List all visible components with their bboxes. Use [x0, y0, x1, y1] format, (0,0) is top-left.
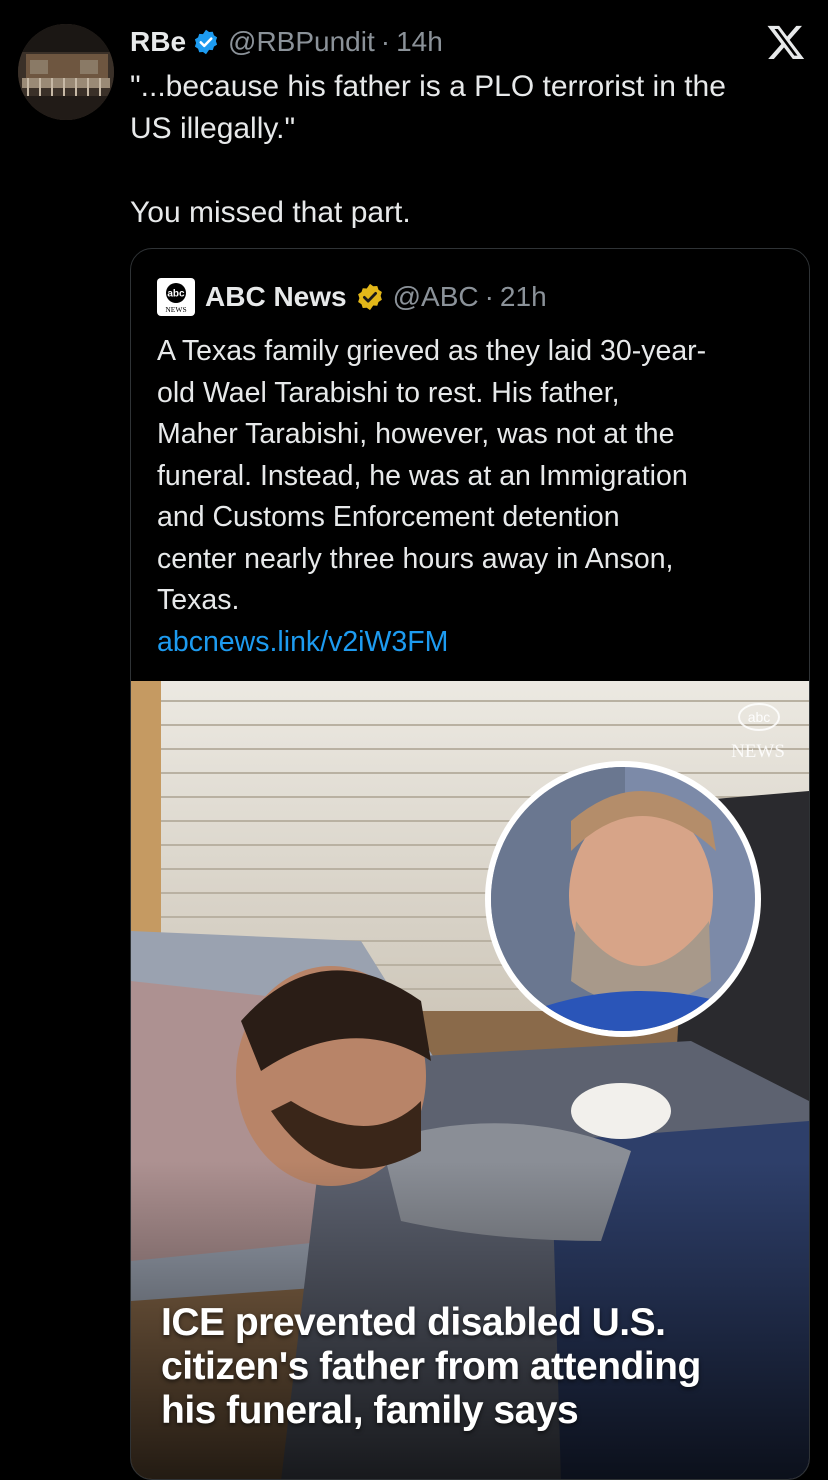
abc-watermark: abc [748, 709, 771, 725]
quoted-text-line: and Customs Enforcement detention [157, 501, 620, 533]
headline-line: ICE prevented disabled U.S. [161, 1301, 666, 1344]
quoted-tweet-card[interactable]: abc NEWS ABC News @ABC · 21h A Texas fam… [130, 248, 810, 1480]
quoted-text-line: center nearly three hours away in Anson, [157, 542, 674, 575]
gold-verified-badge-icon [357, 283, 382, 311]
avatar-image [18, 24, 114, 120]
quoted-tweet-header: abc NEWS ABC News @ABC · 21h [157, 277, 547, 317]
headline-line: his funeral, family says [161, 1389, 579, 1432]
author-handle[interactable]: @RBPundit [228, 26, 375, 58]
headline-line: citizen's father from attending [161, 1345, 701, 1388]
quoted-text-line: Maher Tarabishi, however, was not at the [157, 418, 675, 450]
image-headline: ICE prevented disabled U.S. citizen's fa… [161, 1301, 791, 1433]
abc-logo-text: abc [167, 289, 185, 300]
tweet-text-line: You missed that part. [130, 196, 411, 229]
quoted-text-line: Texas. [157, 584, 240, 616]
verified-badge-icon [194, 29, 218, 55]
abc-news-avatar[interactable]: abc NEWS [157, 278, 195, 316]
quoted-header-separator: · [484, 281, 494, 312]
tweet-text: "...because his father is a PLO terroris… [130, 66, 790, 234]
quoted-text-line: old Wael Tarabishi to rest. His father, [157, 376, 620, 409]
quoted-text-line: funeral. Instead, he was at an Immigrati… [157, 459, 688, 492]
tweet-header: RBe @RBPundit · 14h [130, 22, 443, 62]
news-logo-text: NEWS [165, 305, 186, 314]
author-name[interactable]: RBe [130, 26, 186, 58]
header-separator: · [380, 26, 391, 57]
quoted-tweet-text: A Texas family grieved as they laid 30-y… [157, 331, 787, 663]
news-watermark: NEWS [731, 741, 785, 762]
tweet-text-line: US illegally." [130, 112, 296, 145]
quoted-author-handle[interactable]: @ABC [393, 281, 479, 313]
quoted-text-line: A Texas family grieved as they laid 30-y… [157, 335, 707, 367]
tweet-time[interactable]: 14h [396, 26, 443, 58]
quoted-tweet-time[interactable]: 21h [500, 281, 547, 313]
author-avatar[interactable] [18, 24, 114, 120]
article-link[interactable]: abcnews.link/v2iW3FM [157, 622, 787, 664]
tweet-text-line: "...because his father is a PLO terroris… [130, 70, 726, 103]
x-logo-icon[interactable] [766, 22, 806, 62]
quoted-author-name[interactable]: ABC News [205, 281, 347, 313]
article-image[interactable]: abc NEWS ICE prevented disabled U.S. cit… [131, 681, 809, 1479]
